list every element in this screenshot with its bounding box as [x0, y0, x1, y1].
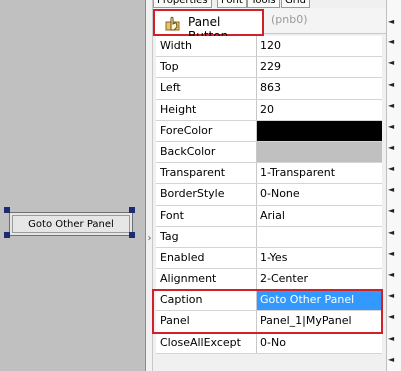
highlight-box: [152, 289, 383, 334]
arrow-left-icon: ◄: [388, 164, 395, 173]
property-name: Width: [156, 36, 257, 57]
property-row-height[interactable]: Height 20: [156, 99, 382, 121]
property-value[interactable]: 1-Yes: [257, 248, 382, 268]
property-name: Transparent: [156, 163, 257, 184]
arrow-left-icon: ◄: [388, 270, 395, 279]
color-swatch[interactable]: [257, 141, 382, 163]
property-value[interactable]: 120: [257, 36, 382, 56]
property-name: CloseAllExcept: [156, 332, 257, 353]
button-focus-border: [12, 215, 130, 233]
property-name: BorderStyle: [156, 184, 257, 205]
tab-strip: Properties Font Tools Grid: [153, 0, 386, 8]
arrow-left-icon: ◄: [388, 249, 395, 258]
property-value[interactable]: 0-None: [257, 184, 382, 204]
arrow-left-icon: ◄: [388, 37, 395, 46]
property-row-top[interactable]: Top 229: [156, 57, 382, 79]
property-value[interactable]: 1-Transparent: [257, 163, 382, 183]
arrow-left-icon: ◄: [388, 334, 395, 343]
tab-tools[interactable]: Tools: [247, 0, 280, 8]
arrow-left-icon: ◄: [388, 312, 395, 321]
arrow-left-icon: ◄: [388, 58, 395, 67]
arrow-left-icon: ◄: [388, 185, 395, 194]
resize-handle-bottom-left[interactable]: [4, 232, 10, 238]
property-row-forecolor[interactable]: ForeColor: [156, 120, 382, 142]
property-row-borderstyle[interactable]: BorderStyle 0-None: [156, 184, 382, 206]
arrow-left-icon: ◄: [388, 122, 395, 131]
property-value[interactable]: 2-Center: [257, 269, 382, 289]
property-name: ForeColor: [156, 120, 257, 141]
property-row-left[interactable]: Left 863: [156, 78, 382, 100]
object-id-label: (pnb0): [271, 13, 308, 26]
property-value[interactable]: 0-No: [257, 333, 382, 353]
property-name: Tag: [156, 226, 257, 247]
property-name: Left: [156, 78, 257, 99]
arrow-left-icon: ◄: [388, 228, 395, 237]
arrow-left-icon: ◄: [388, 143, 395, 152]
arrow-left-icon: ◄: [388, 17, 395, 26]
property-row-tag[interactable]: Tag: [156, 226, 382, 248]
property-name: Alignment: [156, 269, 257, 290]
property-name: Font: [156, 205, 257, 226]
design-canvas[interactable]: Goto Other Panel: [0, 0, 146, 371]
property-row-font[interactable]: Font Arial: [156, 205, 382, 227]
resize-handle-top-right[interactable]: [129, 207, 135, 213]
property-value[interactable]: 229: [257, 57, 382, 77]
property-value[interactable]: 20: [257, 100, 382, 120]
property-value[interactable]: 863: [257, 78, 382, 98]
property-row-alignment[interactable]: Alignment 2-Center: [156, 269, 382, 291]
arrow-left-icon: ◄: [388, 291, 395, 300]
property-name: Enabled: [156, 247, 257, 269]
tab-font[interactable]: Font: [217, 0, 247, 8]
property-name: Top: [156, 57, 257, 78]
hand-pointer-icon: [165, 16, 180, 31]
property-name: Height: [156, 99, 257, 120]
goto-other-panel-button[interactable]: Goto Other Panel: [9, 212, 133, 236]
property-row-closeallexcept[interactable]: CloseAllExcept 0-No: [156, 332, 382, 354]
property-row-width[interactable]: Width 120: [156, 36, 382, 58]
resize-handle-bottom-right[interactable]: [129, 232, 135, 238]
resize-handle-top-left[interactable]: [4, 207, 10, 213]
tab-grid[interactable]: Grid: [281, 0, 310, 8]
color-swatch[interactable]: [257, 120, 382, 141]
property-value[interactable]: Arial: [257, 206, 382, 226]
property-row-backcolor[interactable]: BackColor: [156, 141, 382, 164]
property-row-transparent[interactable]: Transparent 1-Transparent: [156, 163, 382, 185]
tab-properties[interactable]: Properties: [153, 0, 212, 8]
arrow-left-icon: ◄: [388, 80, 395, 89]
arrow-left-icon: ◄: [388, 355, 395, 364]
object-header: Panel Button (pnb0): [153, 8, 386, 43]
arrow-left-icon: ◄: [388, 206, 395, 215]
property-name: BackColor: [156, 141, 257, 163]
chevron-right-icon: ›: [147, 233, 152, 244]
property-value[interactable]: [257, 227, 382, 247]
object-title-box: Panel Button: [153, 9, 264, 43]
property-row-enabled[interactable]: Enabled 1-Yes: [156, 247, 382, 270]
arrow-left-icon: ◄: [388, 101, 395, 110]
